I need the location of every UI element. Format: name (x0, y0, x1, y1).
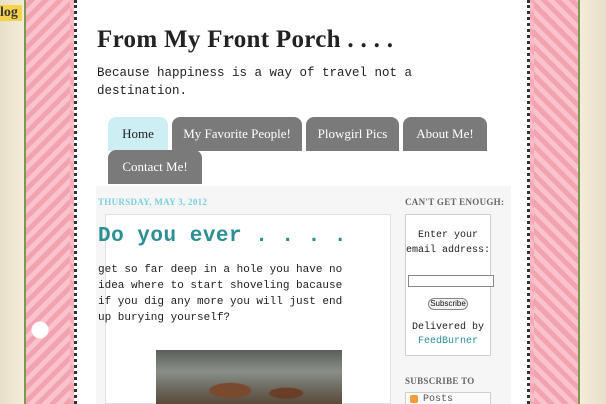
right-decorative-border (534, 0, 606, 404)
site-description: Because happiness is a way of travel not… (97, 66, 413, 98)
email-prompt: Enter your email address: (406, 230, 491, 256)
feedburner-link[interactable]: FeedBurner (406, 335, 490, 349)
post-date: THURSDAY, MAY 3, 2012 (98, 197, 208, 207)
blog-tag: log (0, 5, 22, 21)
posts-label: Posts (423, 393, 454, 404)
post-title[interactable]: Do you ever . . . . (98, 225, 347, 248)
rss-icon (410, 395, 418, 403)
posts-feed-select[interactable]: Posts (405, 392, 491, 404)
left-decorative-border: log (0, 0, 70, 404)
left-ribbon (0, 0, 26, 404)
tab-my-favorite-people[interactable]: My Favorite People! (172, 117, 302, 151)
sidebar-heading-subscribe-to: SUBSCRIBE TO (405, 376, 475, 386)
page-container: From My Front Porch . . . . Because happ… (74, 0, 530, 404)
post-image[interactable] (156, 350, 342, 404)
sidebar-heading-cant-get-enough: CAN'T GET ENOUGH: (405, 197, 505, 207)
tab-plowgirl-pics[interactable]: Plowgirl Pics (306, 117, 399, 151)
right-ribbon (578, 0, 606, 404)
email-input[interactable] (408, 275, 494, 287)
delivered-by: Delivered by FeedBurner (406, 321, 490, 349)
tab-contact-me[interactable]: Contact Me! (108, 150, 202, 184)
delivered-by-label: Delivered by (411, 322, 484, 333)
tab-about-me[interactable]: About Me! (403, 117, 487, 151)
site-title[interactable]: From My Front Porch . . . . (97, 26, 393, 54)
email-subscribe-widget: Enter your email address: Subscribe Deli… (405, 214, 494, 356)
tab-home[interactable]: Home (108, 117, 168, 151)
subscribe-button[interactable]: Subscribe (428, 298, 468, 310)
post-body: get so far deep in a hole you have no id… (98, 264, 343, 324)
